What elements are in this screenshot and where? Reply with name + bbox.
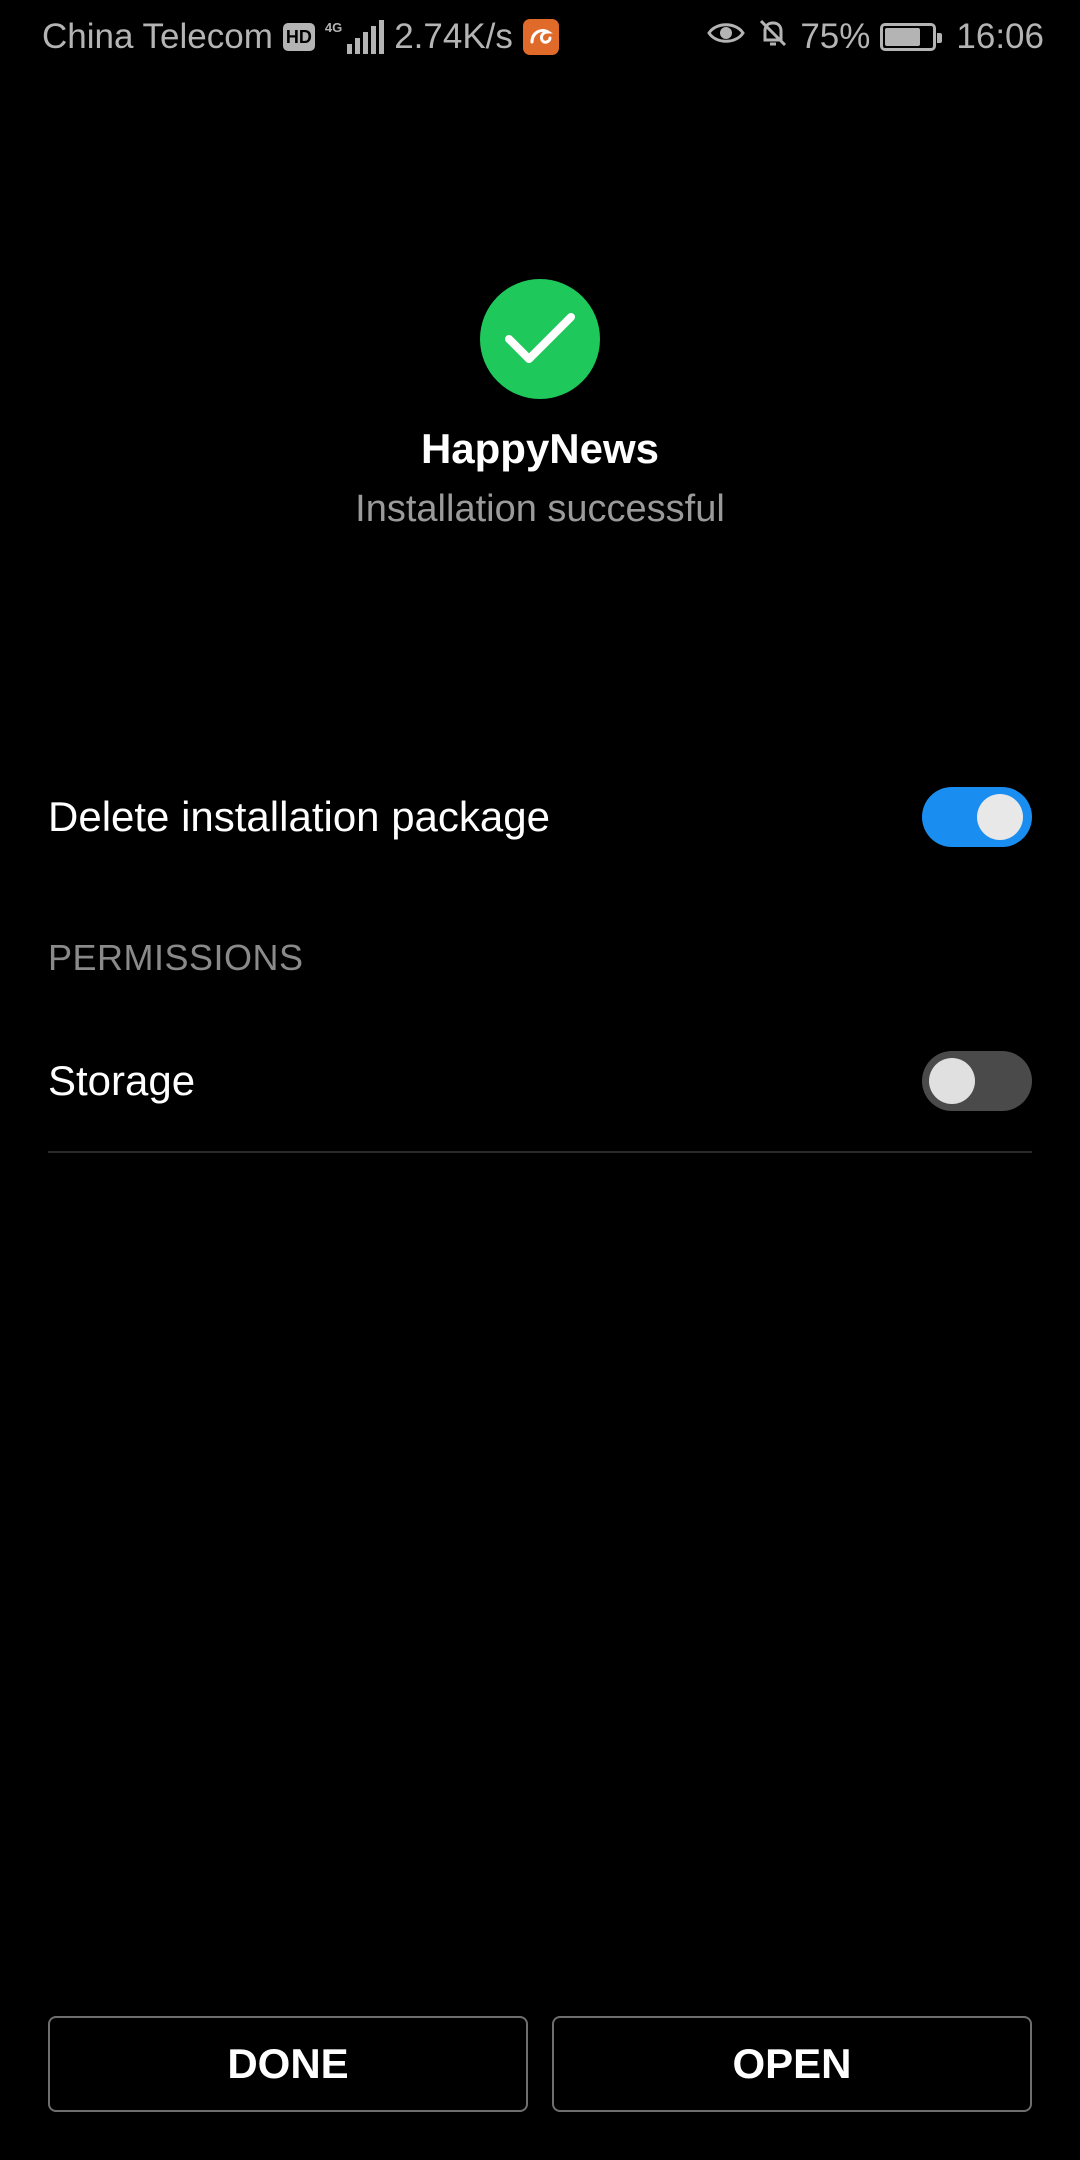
status-bar-right: 75% 16:06 xyxy=(706,16,1044,59)
storage-toggle[interactable] xyxy=(922,1051,1032,1111)
status-bar-left: China Telecom HD 4G 2.74K/s xyxy=(42,17,559,57)
battery-fill xyxy=(885,28,920,46)
delete-package-label: Delete installation package xyxy=(48,793,550,840)
carrier-name: China Telecom xyxy=(42,17,273,56)
network-type: 4G xyxy=(324,20,343,35)
battery-percent: 75% xyxy=(800,17,871,56)
done-button[interactable]: DONE xyxy=(48,2016,528,2112)
storage-label: Storage xyxy=(48,1057,196,1104)
delete-package-row[interactable]: Delete installation package xyxy=(48,762,1032,872)
bell-off-icon xyxy=(756,16,790,59)
install-result-screen: China Telecom HD 4G 2.74K/s 75% 16:06 Ha… xyxy=(0,0,1080,2160)
app-name: HappyNews xyxy=(420,425,660,472)
uc-browser-icon xyxy=(522,19,559,55)
signal-icon: 4G xyxy=(324,20,385,54)
clock: 16:06 xyxy=(956,17,1044,56)
network-speed: 2.74K/s xyxy=(394,17,513,56)
check-circle-icon xyxy=(480,279,600,399)
open-button[interactable]: OPEN xyxy=(552,2016,1032,2112)
hd-icon: HD xyxy=(282,23,315,51)
toggle-knob xyxy=(929,1058,975,1104)
permissions-header: PERMISSIONS xyxy=(48,937,304,978)
toggle-knob xyxy=(977,794,1023,840)
status-bar: China Telecom HD 4G 2.74K/s 75% 16:06 xyxy=(0,0,1080,74)
eye-icon xyxy=(706,17,746,57)
battery-icon xyxy=(880,23,943,51)
divider xyxy=(48,1151,1032,1153)
install-status: Installation successful xyxy=(355,488,725,530)
delete-package-toggle[interactable] xyxy=(922,787,1032,847)
storage-permission-row[interactable]: Storage xyxy=(48,1026,1032,1136)
